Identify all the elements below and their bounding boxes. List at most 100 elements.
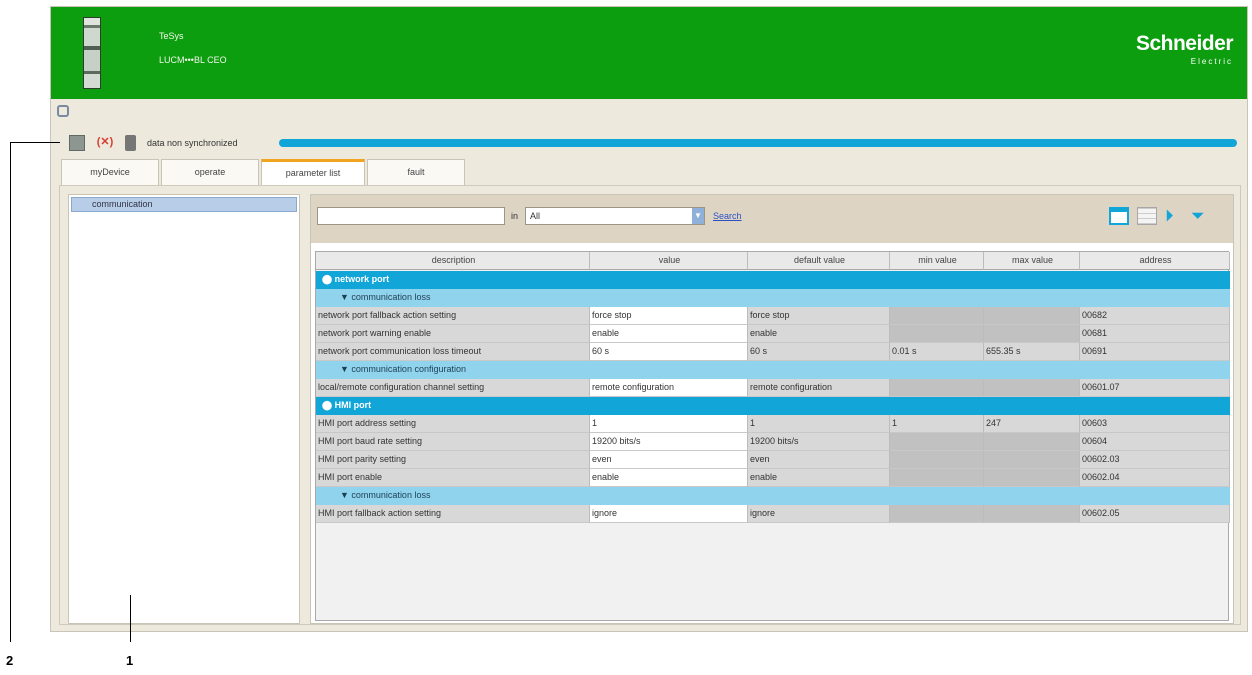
group-row[interactable]: ⬤ HMI port [316,397,1230,415]
subgroup-row[interactable]: ▼ communication loss [316,487,1230,505]
callout-tick-2 [10,142,60,143]
device-reference: LUCM•••BL CEO [159,55,227,65]
delete-icon[interactable] [125,135,136,151]
table-row[interactable]: network port communication loss timeout … [316,343,1230,361]
brand-logo: Schneider Electric [1135,32,1234,71]
cell-value[interactable]: remote configuration [590,379,748,397]
table-row[interactable]: local/remote configuration channel setti… [316,379,1230,397]
disconnect-icon[interactable]: (✕) [93,135,117,151]
sync-status-label: data non synchronized [147,138,238,148]
cell-description: HMI port enable [316,469,590,487]
search-input[interactable] [317,207,505,225]
collapse-icon[interactable]: ⬤ [322,274,335,284]
content-area: communication in All ▼ Search ⏵ ⏷ descri… [59,185,1241,625]
callout-label-2: 2 [6,653,14,668]
table-row[interactable]: network port warning enable enable enabl… [316,325,1230,343]
expand-panel-icon[interactable] [1109,207,1129,225]
chevron-down-icon[interactable]: ▼ [692,208,704,224]
chevron-down-icon[interactable]: ▼ [340,292,351,302]
cell-value[interactable]: 19200 bits/s [590,433,748,451]
cell-max [984,433,1080,451]
cell-min [890,325,984,343]
column-header-default[interactable]: default value [748,252,890,270]
column-header-description[interactable]: description [316,252,590,270]
cell-value[interactable]: ignore [590,505,748,523]
tab-mydevice[interactable]: myDevice [61,159,159,185]
connect-icon[interactable] [69,135,85,151]
app-header: TeSys LUCM•••BL CEO Schneider Electric [51,7,1247,99]
table-row[interactable]: HMI port fallback action setting ignore … [316,505,1230,523]
table-header: description value default value min valu… [316,252,1230,270]
cell-address: 00602.04 [1080,469,1230,487]
tab-parameter-list[interactable]: parameter list [261,159,365,186]
play-icon[interactable]: ⏵ [1165,207,1185,225]
cell-max: 655.35 s [984,343,1080,361]
cell-default: ignore [748,505,890,523]
cell-value[interactable]: enable [590,469,748,487]
table-row[interactable]: network port fallback action setting for… [316,307,1230,325]
brand-subtitle: Electric [1190,57,1233,66]
cell-description: HMI port parity setting [316,451,590,469]
tab-operate[interactable]: operate [161,159,259,185]
cell-value[interactable]: enable [590,325,748,343]
cell-description: HMI port address setting [316,415,590,433]
subgroup-label: communication loss [351,292,431,302]
dropdown-arrow-icon[interactable]: ⏷ [1191,207,1211,225]
table-row[interactable]: HMI port address setting 1 1 1 247 00603 [316,415,1230,433]
tools-icon[interactable] [57,105,69,117]
column-header-address[interactable]: address [1080,252,1230,270]
cell-max: 247 [984,415,1080,433]
cell-address: 00604 [1080,433,1230,451]
cell-value[interactable]: force stop [590,307,748,325]
table-row[interactable]: HMI port baud rate setting 19200 bits/s … [316,433,1230,451]
cell-max [984,379,1080,397]
cell-value[interactable]: 60 s [590,343,748,361]
cell-max [984,505,1080,523]
search-link[interactable]: Search [713,211,742,221]
brand-name: Schneider [1135,32,1234,55]
callout-label-1: 1 [126,653,134,668]
column-header-max[interactable]: max value [984,252,1080,270]
subgroup-label: communication configuration [351,364,466,374]
cell-value[interactable]: 1 [590,415,748,433]
subgroup-row[interactable]: ▼ communication configuration [316,361,1230,379]
chevron-down-icon[interactable]: ▼ [340,364,351,374]
cell-description: network port communication loss timeout [316,343,590,361]
cell-value[interactable]: even [590,451,748,469]
cell-default: 1 [748,415,890,433]
scope-select[interactable]: All ▼ [525,207,705,225]
cell-min [890,505,984,523]
cell-min: 1 [890,415,984,433]
column-header-value[interactable]: value [590,252,748,270]
tree-item-communication[interactable]: communication [71,197,297,212]
cell-min [890,433,984,451]
subgroup-row[interactable]: ▼ communication loss [316,289,1230,307]
cell-min [890,379,984,397]
cell-default: remote configuration [748,379,890,397]
cell-address: 00602.03 [1080,451,1230,469]
cell-max [984,307,1080,325]
cell-description: network port fallback action setting [316,307,590,325]
collapse-icon[interactable]: ⬤ [322,400,335,410]
callout-line-2 [10,142,11,642]
app-window: TeSys LUCM•••BL CEO Schneider Electric (… [50,6,1248,632]
subgroup-label: communication loss [351,490,431,500]
cell-min: 0.01 s [890,343,984,361]
scope-select-value: All [530,211,541,221]
table-row[interactable]: HMI port enable enable enable 00602.04 [316,469,1230,487]
cell-address: 00601.07 [1080,379,1230,397]
cell-default: 19200 bits/s [748,433,890,451]
cell-address: 00691 [1080,343,1230,361]
group-label: network port [334,274,390,284]
group-row[interactable]: ⬤ network port [316,271,1230,289]
group-label: HMI port [334,400,372,410]
tab-fault[interactable]: fault [367,159,465,185]
device-name: TeSys [159,31,184,41]
column-header-min[interactable]: min value [890,252,984,270]
chevron-down-icon[interactable]: ▼ [340,490,351,500]
cell-address: 00603 [1080,415,1230,433]
table-row[interactable]: HMI port parity setting even even 00602.… [316,451,1230,469]
grid-view-icon[interactable] [1137,207,1157,225]
cell-description: HMI port fallback action setting [316,505,590,523]
cell-default: enable [748,469,890,487]
